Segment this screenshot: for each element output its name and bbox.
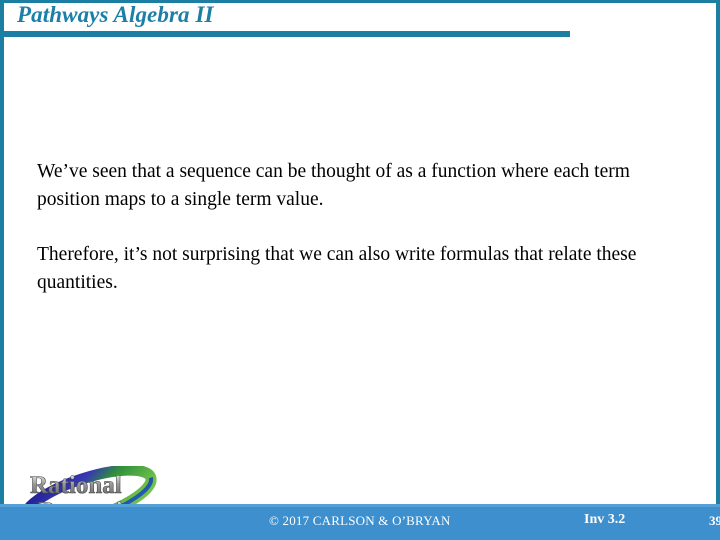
slide-canvas: Pathways Algebra II We’ve seen that a se… <box>0 0 720 540</box>
page-title: Pathways Algebra II <box>17 2 214 27</box>
slide-border-left <box>0 0 4 540</box>
body-paragraph-2: Therefore, it’s not surprising that we c… <box>37 244 637 293</box>
footer-copyright: © 2017 CARLSON & O’BRYAN <box>269 513 451 528</box>
title-underline-rule <box>4 31 570 37</box>
footer-page-number: 39 <box>709 513 720 528</box>
logo-text-rational: Rational <box>30 472 122 499</box>
slide-border-right <box>716 0 720 540</box>
slide-title-area: Pathways Algebra II <box>0 0 720 40</box>
footer-bar-highlight-line <box>0 504 720 507</box>
body-paragraph-1: We’ve seen that a sequence can be though… <box>37 161 630 210</box>
footer-investigation-label: Inv 3.2 <box>584 512 626 527</box>
slide-body: We’ve seen that a sequence can be though… <box>37 158 657 296</box>
